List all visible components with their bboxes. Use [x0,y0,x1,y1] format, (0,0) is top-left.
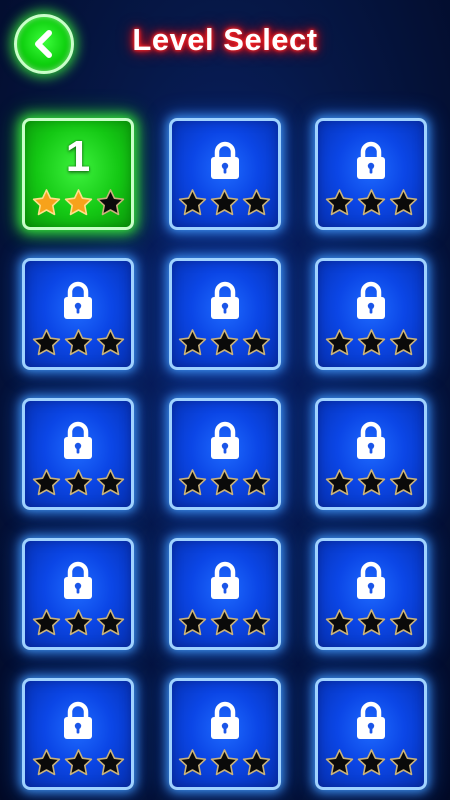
level-number: 1 [65,132,91,181]
level-tile[interactable] [22,678,134,790]
star-rating [172,328,278,358]
star-empty-icon [178,609,207,636]
star-empty-icon [210,469,239,496]
lock-icon [210,421,239,459]
star-empty-icon [242,329,271,356]
star-empty-icon [64,469,92,496]
star-empty-icon [242,749,271,776]
lock-icon [357,561,385,599]
star-empty-icon [357,329,385,356]
level-tile[interactable]: 1 [22,118,134,230]
star-empty-icon [178,469,207,496]
star-empty-icon [96,329,124,356]
level-tile[interactable] [315,398,427,510]
star-empty-icon [325,189,353,216]
star-empty-icon [96,749,124,776]
lock-icon [210,281,239,319]
star-empty-icon [64,609,92,636]
star-empty-icon [357,469,385,496]
star-empty-icon [357,189,385,216]
level-tile[interactable] [22,258,134,370]
star-empty-icon [178,749,207,776]
star-rating [172,608,278,638]
star-empty-icon [96,609,124,636]
star-empty-icon [210,749,239,776]
star-empty-icon [32,469,60,496]
star-empty-icon [389,329,417,356]
level-tile[interactable] [22,398,134,510]
star-rating [25,608,131,638]
star-empty-icon [389,189,417,216]
star-empty-icon [32,749,60,776]
lock-icon [357,141,385,179]
star-rating [318,608,424,638]
level-tile[interactable] [315,678,427,790]
star-empty-icon [210,329,239,356]
lock-icon [210,561,239,599]
star-empty-icon [96,189,124,216]
star-empty-icon [64,329,92,356]
star-empty-icon [210,609,239,636]
star-rating [318,748,424,778]
star-empty-icon [210,189,239,216]
star-empty-icon [357,609,385,636]
star-empty-icon [325,469,353,496]
star-empty-icon [64,749,92,776]
star-rating [318,468,424,498]
star-empty-icon [325,329,353,356]
star-empty-icon [242,189,271,216]
level-tile[interactable] [168,118,281,230]
star-empty-icon [242,469,271,496]
lock-icon [357,281,385,319]
level-tile[interactable] [168,398,281,510]
star-empty-icon [357,749,385,776]
level-grid: 1 [22,118,428,790]
star-rating [318,328,424,358]
star-rating [318,188,424,218]
level-tile[interactable] [168,538,281,650]
star-filled-icon [32,189,60,216]
star-empty-icon [325,609,353,636]
star-rating [172,188,278,218]
star-rating [25,748,131,778]
star-empty-icon [389,469,417,496]
star-empty-icon [389,749,417,776]
star-empty-icon [178,189,207,216]
star-empty-icon [178,329,207,356]
level-tile[interactable] [168,258,281,370]
star-rating [172,748,278,778]
star-rating [25,188,131,218]
page-title: Level Select [132,22,318,57]
level-tile[interactable] [22,538,134,650]
star-empty-icon [32,609,60,636]
lock-icon [64,561,92,599]
level-tile[interactable] [315,538,427,650]
star-rating [25,328,131,358]
level-tile[interactable] [168,678,281,790]
star-rating [25,468,131,498]
star-empty-icon [389,609,417,636]
lock-icon [210,701,239,739]
star-empty-icon [32,329,60,356]
star-rating [172,468,278,498]
level-tile[interactable] [315,118,427,230]
star-empty-icon [96,469,124,496]
lock-icon [357,701,385,739]
star-filled-icon [64,189,92,216]
lock-icon [210,141,239,179]
lock-icon [64,281,92,319]
star-empty-icon [242,609,271,636]
star-empty-icon [325,749,353,776]
level-tile[interactable] [315,258,427,370]
lock-icon [357,421,385,459]
lock-icon [64,421,92,459]
lock-icon [64,701,92,739]
